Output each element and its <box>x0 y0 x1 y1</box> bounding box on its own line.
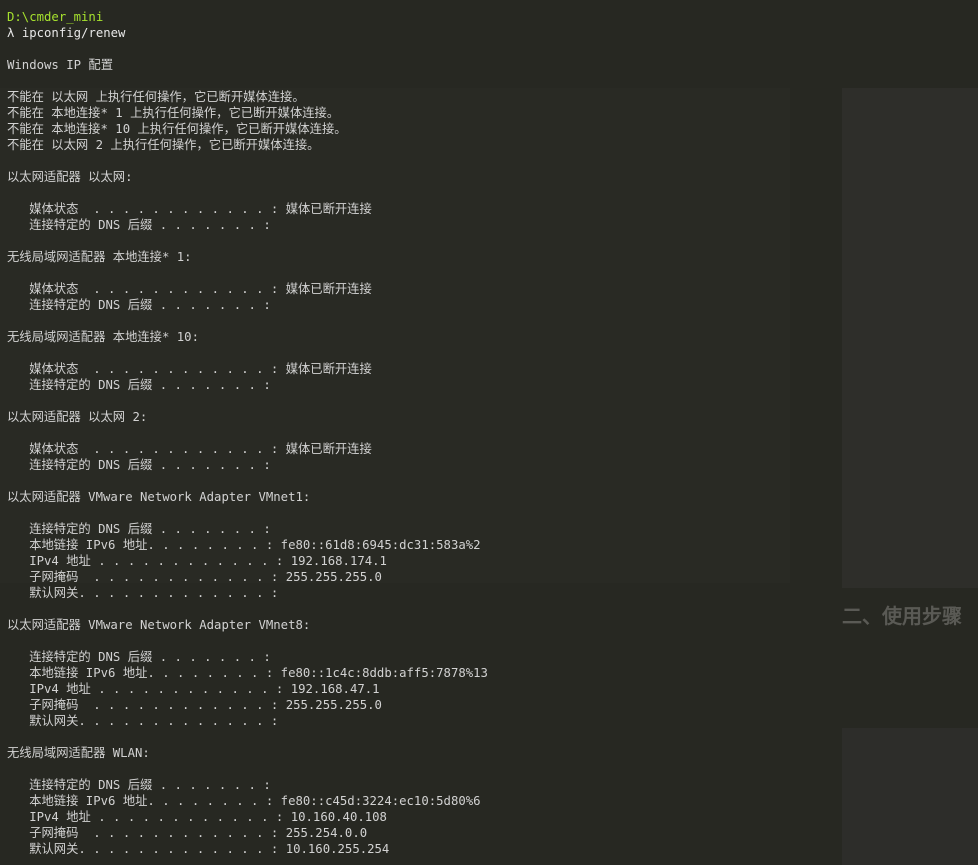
prompt-path-line: D:\cmder_mini <box>7 9 488 25</box>
output-line: 不能在 以太网 上执行任何操作，它已断开媒体连接。 <box>7 90 305 104</box>
output-line: Windows IP 配置 <box>7 58 114 72</box>
output-line: 默认网关. . . . . . . . . . . . . : <box>7 586 279 600</box>
output-line: 连接特定的 DNS 后缀 . . . . . . . : <box>7 522 271 536</box>
command-output: Windows IP 配置不能在 以太网 上执行任何操作，它已断开媒体连接。不能… <box>7 41 488 857</box>
output-line: 连接特定的 DNS 后缀 . . . . . . . : <box>7 458 271 472</box>
output-line: 以太网适配器 以太网 2: <box>7 410 148 424</box>
terminal-window[interactable]: 二、使用步骤 D:\cmder_mini λ ipconfig/renew Wi… <box>0 0 978 865</box>
prompt-lambda: λ <box>7 26 15 40</box>
command-text: ipconfig/renew <box>21 26 126 40</box>
background-window-heading: 二、使用步骤 <box>842 604 962 628</box>
output-line: 不能在 以太网 2 上执行任何操作，它已断开媒体连接。 <box>7 138 320 152</box>
command-line: λ ipconfig/renew <box>7 25 488 41</box>
output-line: 连接特定的 DNS 后缀 . . . . . . . : <box>7 218 271 232</box>
output-line: 无线局域网适配器 WLAN: <box>7 746 150 760</box>
output-line: 连接特定的 DNS 后缀 . . . . . . . : <box>7 650 271 664</box>
output-line: 子网掩码 . . . . . . . . . . . . : 255.255.2… <box>7 698 382 712</box>
output-line: 默认网关. . . . . . . . . . . . . : 10.160.2… <box>7 842 390 856</box>
output-line: 媒体状态 . . . . . . . . . . . . : 媒体已断开连接 <box>7 282 372 296</box>
output-line: 媒体状态 . . . . . . . . . . . . : 媒体已断开连接 <box>7 202 372 216</box>
output-line: 本地链接 IPv6 地址. . . . . . . . : fe80::1c4c… <box>7 666 488 680</box>
output-line: 以太网适配器 VMware Network Adapter VMnet1: <box>7 490 311 504</box>
terminal-output[interactable]: D:\cmder_mini λ ipconfig/renew Windows I… <box>7 9 488 857</box>
output-line: 本地链接 IPv6 地址. . . . . . . . : fe80::61d8… <box>7 538 481 552</box>
output-line: IPv4 地址 . . . . . . . . . . . . : 10.160… <box>7 810 387 824</box>
background-window-sidebar <box>842 88 978 588</box>
output-line: 媒体状态 . . . . . . . . . . . . : 媒体已断开连接 <box>7 442 372 456</box>
output-line: 连接特定的 DNS 后缀 . . . . . . . : <box>7 298 271 312</box>
output-line: 连接特定的 DNS 后缀 . . . . . . . : <box>7 778 271 792</box>
output-line: 无线局域网适配器 本地连接* 1: <box>7 250 192 264</box>
output-line: 子网掩码 . . . . . . . . . . . . : 255.255.2… <box>7 570 382 584</box>
output-line: 本地链接 IPv6 地址. . . . . . . . : fe80::c45d… <box>7 794 481 808</box>
output-line: 连接特定的 DNS 后缀 . . . . . . . : <box>7 378 271 392</box>
output-line: IPv4 地址 . . . . . . . . . . . . : 192.16… <box>7 554 387 568</box>
output-line: 默认网关. . . . . . . . . . . . . : <box>7 714 279 728</box>
prompt-path: D:\cmder_mini <box>7 10 104 24</box>
output-line: 以太网适配器 VMware Network Adapter VMnet8: <box>7 618 311 632</box>
output-line: 媒体状态 . . . . . . . . . . . . : 媒体已断开连接 <box>7 362 372 376</box>
output-line: 无线局域网适配器 本地连接* 10: <box>7 330 199 344</box>
output-line: IPv4 地址 . . . . . . . . . . . . : 192.16… <box>7 682 380 696</box>
output-line: 不能在 本地连接* 10 上执行任何操作，它已断开媒体连接。 <box>7 122 347 136</box>
output-line: 子网掩码 . . . . . . . . . . . . : 255.254.0… <box>7 826 368 840</box>
background-window-code-block <box>842 728 978 865</box>
output-line: 不能在 本地连接* 1 上执行任何操作，它已断开媒体连接。 <box>7 106 340 120</box>
output-line: 以太网适配器 以太网: <box>7 170 133 184</box>
